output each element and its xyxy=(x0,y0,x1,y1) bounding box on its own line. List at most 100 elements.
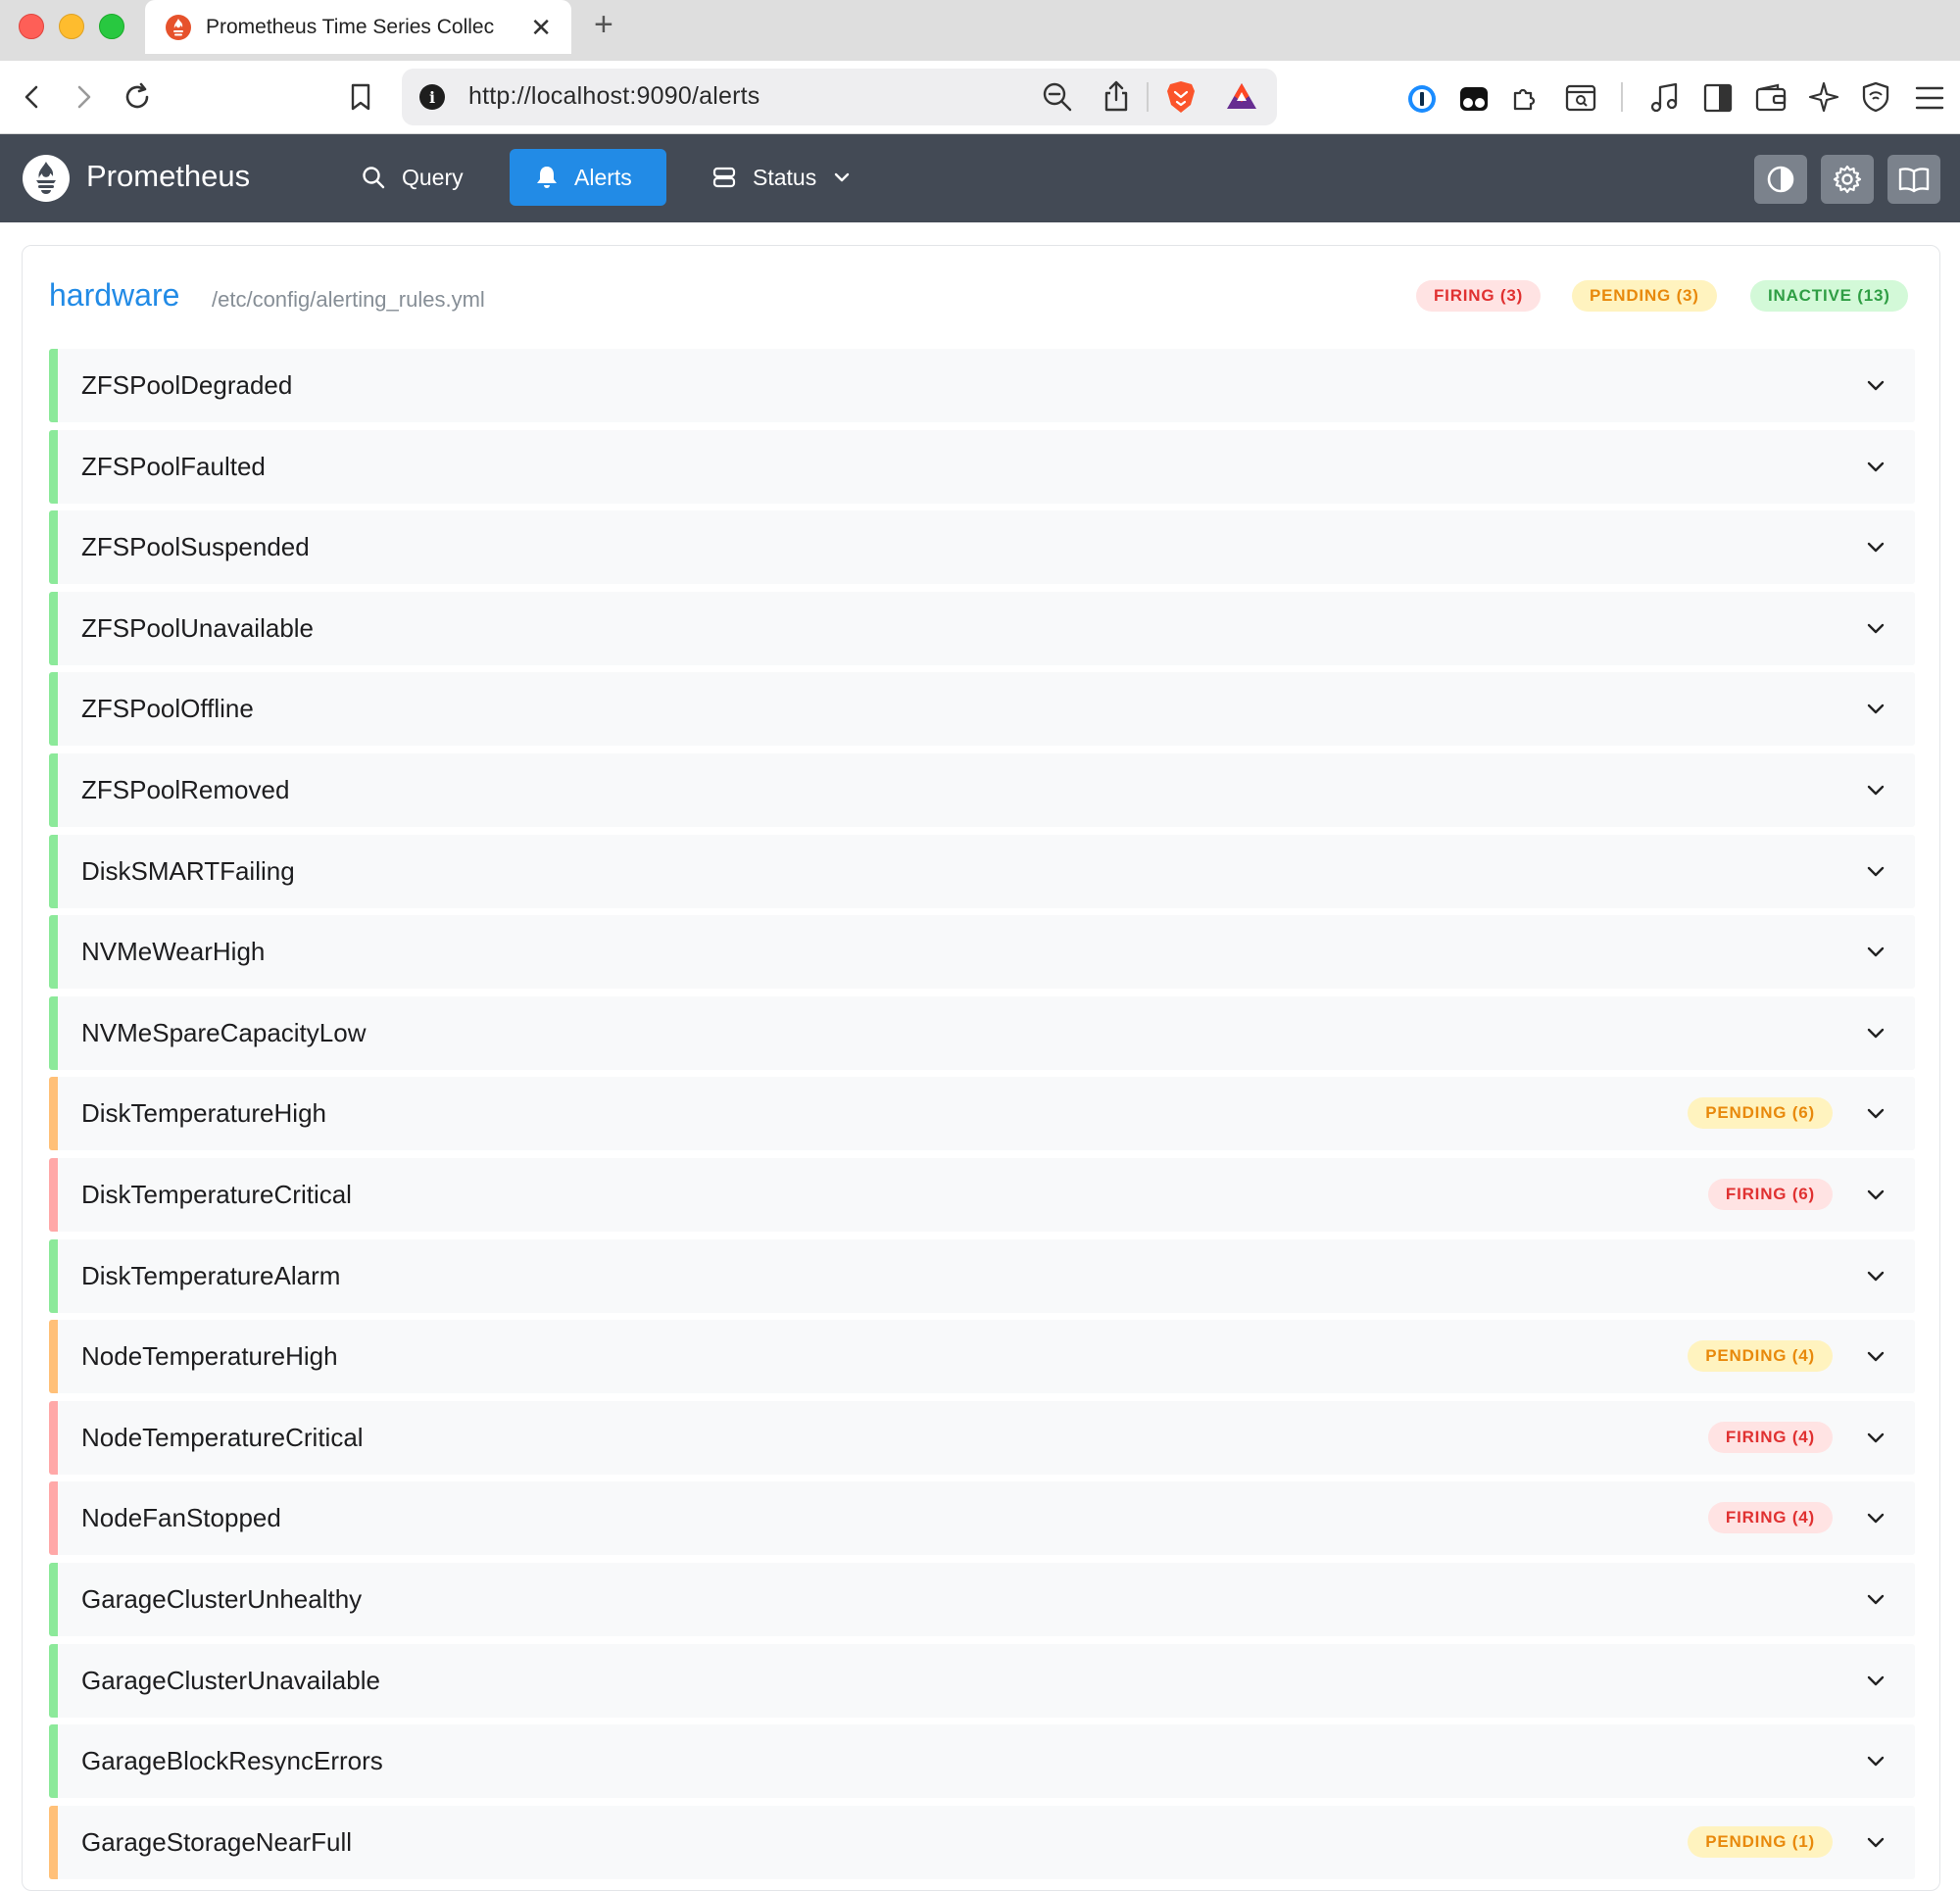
nav-alerts[interactable]: Alerts xyxy=(510,149,666,206)
chevron-down-icon[interactable] xyxy=(1862,1181,1889,1208)
password-manager-icon[interactable] xyxy=(1406,83,1438,115)
chevron-down-icon[interactable] xyxy=(1862,533,1889,560)
alert-rule-row[interactable]: ZFSPoolUnavailable xyxy=(49,591,1915,665)
address-bar[interactable]: i http://localhost:9090/alerts xyxy=(402,69,1277,125)
server-icon xyxy=(712,167,736,188)
wallet-icon[interactable] xyxy=(1754,82,1788,114)
alert-rule-name: NodeTemperatureCritical xyxy=(81,1422,364,1452)
rule-group-card: hardware /etc/config/alerting_rules.yml … xyxy=(22,245,1940,1891)
new-tab-button[interactable]: + xyxy=(594,8,613,41)
reload-icon xyxy=(125,82,149,109)
reading-list-icon[interactable] xyxy=(1564,82,1597,114)
reload-button[interactable] xyxy=(115,74,160,120)
alert-rule-row[interactable]: DiskSMARTFailing xyxy=(49,834,1915,908)
chevron-down-icon[interactable] xyxy=(1862,695,1889,722)
chevron-down-icon[interactable] xyxy=(1862,1262,1889,1289)
vpn-shield-icon[interactable] xyxy=(1860,80,1891,114)
alert-rule-row[interactable]: NVMeWearHigh xyxy=(49,915,1915,990)
prometheus-favicon-icon xyxy=(166,14,191,40)
alert-rule-row[interactable]: NodeTemperatureHigh PENDING (4) xyxy=(49,1320,1915,1394)
app-brand[interactable]: Prometheus xyxy=(86,159,250,194)
reader-extension-icon[interactable] xyxy=(1458,83,1490,115)
alert-rule-row[interactable]: ZFSPoolRemoved xyxy=(49,753,1915,827)
alert-rule-name: NVMeWearHigh xyxy=(81,937,266,967)
nav-alerts-label: Alerts xyxy=(574,164,632,190)
bell-icon xyxy=(537,167,557,188)
alert-rule-name: GarageStorageNearFull xyxy=(81,1826,353,1857)
url-text[interactable]: http://localhost:9090/alerts xyxy=(468,82,760,111)
chevron-down-icon[interactable] xyxy=(1862,1747,1889,1774)
chevron-down-icon[interactable] xyxy=(1862,614,1889,642)
book-icon xyxy=(1898,168,1930,193)
alert-rule-row[interactable]: DiskTemperatureAlarm xyxy=(49,1238,1915,1313)
back-button[interactable] xyxy=(10,74,55,120)
alert-rule-row[interactable]: NodeFanStopped FIRING (4) xyxy=(49,1481,1915,1556)
alert-rule-name: NodeTemperatureHigh xyxy=(81,1341,338,1372)
alert-rule-row[interactable]: ZFSPoolFaulted xyxy=(49,429,1915,504)
alert-rule-row[interactable]: GarageClusterUnhealthy xyxy=(49,1563,1915,1636)
zoom-window-button[interactable] xyxy=(99,14,124,39)
browser-tab[interactable]: Prometheus Time Series Collec ✕ xyxy=(145,0,571,54)
alert-rule-row[interactable]: ZFSPoolDegraded xyxy=(49,349,1915,422)
chevron-down-icon[interactable] xyxy=(1862,1424,1889,1451)
group-file-path: /etc/config/alerting_rules.yml xyxy=(212,287,485,312)
alert-rule-name: GarageBlockResyncErrors xyxy=(81,1746,383,1776)
alert-rule-name: ZFSPoolDegraded xyxy=(81,370,293,400)
alert-rule-row[interactable]: NodeTemperatureCritical FIRING (4) xyxy=(49,1400,1915,1475)
chevron-right-icon xyxy=(77,85,91,109)
chevron-down-icon[interactable] xyxy=(1862,1019,1889,1046)
settings-button[interactable] xyxy=(1821,155,1874,204)
alert-rule-row[interactable]: ZFSPoolSuspended xyxy=(49,510,1915,585)
alert-rule-name: ZFSPoolOffline xyxy=(81,694,254,724)
chevron-down-icon[interactable] xyxy=(1862,1828,1889,1856)
chevron-down-icon[interactable] xyxy=(1862,938,1889,965)
chevron-down-icon[interactable] xyxy=(1862,776,1889,803)
alert-rule-name: GarageClusterUnhealthy xyxy=(81,1584,363,1614)
tab-close-icon[interactable]: ✕ xyxy=(530,15,552,40)
alert-state-badge: PENDING (6) xyxy=(1688,1097,1833,1130)
chevron-down-icon[interactable] xyxy=(1862,1342,1889,1370)
app-header: Prometheus Query Alerts Status xyxy=(0,134,1960,222)
alert-rule-name: ZFSPoolFaulted xyxy=(81,451,266,481)
chevron-down-icon[interactable] xyxy=(1862,371,1889,399)
browser-tab-bar: Prometheus Time Series Collec ✕ + xyxy=(0,0,1960,61)
chevron-down-icon[interactable] xyxy=(1862,1099,1889,1127)
forward-button[interactable] xyxy=(61,74,106,120)
chevron-down-icon[interactable] xyxy=(1862,453,1889,480)
bookmark-button[interactable] xyxy=(338,74,383,120)
zoom-out-icon[interactable] xyxy=(1042,81,1073,113)
alert-rule-row[interactable]: GarageClusterUnavailable xyxy=(49,1643,1915,1718)
media-player-icon[interactable] xyxy=(1648,81,1682,115)
alert-rule-name: NVMeSpareCapacityLow xyxy=(81,1017,367,1047)
brave-shields-icon[interactable] xyxy=(1164,79,1198,115)
sidebar-icon[interactable] xyxy=(1702,82,1734,114)
chevron-down-icon[interactable] xyxy=(1862,857,1889,885)
alert-rule-row[interactable]: DiskTemperatureHigh PENDING (6) xyxy=(49,1077,1915,1151)
alert-rule-row[interactable]: DiskTemperatureCritical FIRING (6) xyxy=(49,1158,1915,1232)
nav-query[interactable]: Query xyxy=(335,149,489,206)
alert-rule-row[interactable]: NVMeSpareCapacityLow xyxy=(49,995,1915,1070)
prometheus-logo-icon[interactable] xyxy=(22,154,71,203)
alert-rule-row[interactable]: GarageStorageNearFull PENDING (1) xyxy=(49,1805,1915,1879)
share-icon[interactable] xyxy=(1102,79,1131,113)
extensions-icon[interactable] xyxy=(1509,81,1543,115)
chevron-left-icon xyxy=(24,85,38,109)
alert-rule-row[interactable]: GarageBlockResyncErrors xyxy=(49,1724,1915,1799)
brave-rewards-icon[interactable] xyxy=(1225,80,1258,112)
nav-status[interactable]: Status xyxy=(686,149,877,206)
chevron-down-icon[interactable] xyxy=(1862,1504,1889,1531)
chevron-down-icon[interactable] xyxy=(1862,1585,1889,1613)
alert-rule-name: GarageClusterUnavailable xyxy=(81,1665,380,1695)
theme-toggle-button[interactable] xyxy=(1754,155,1807,204)
bookmark-icon xyxy=(351,83,370,111)
close-window-button[interactable] xyxy=(19,14,44,39)
hamburger-menu-icon[interactable] xyxy=(1914,83,1945,113)
alert-rule-name: NodeFanStopped xyxy=(81,1503,281,1533)
minimize-window-button[interactable] xyxy=(59,14,84,39)
docs-button[interactable] xyxy=(1887,155,1940,204)
ai-assistant-icon[interactable] xyxy=(1807,80,1840,114)
site-info-icon[interactable]: i xyxy=(419,84,445,110)
alert-rule-row[interactable]: ZFSPoolOffline xyxy=(49,672,1915,747)
chevron-down-icon[interactable] xyxy=(1862,1667,1889,1694)
group-name: hardware xyxy=(49,277,180,313)
